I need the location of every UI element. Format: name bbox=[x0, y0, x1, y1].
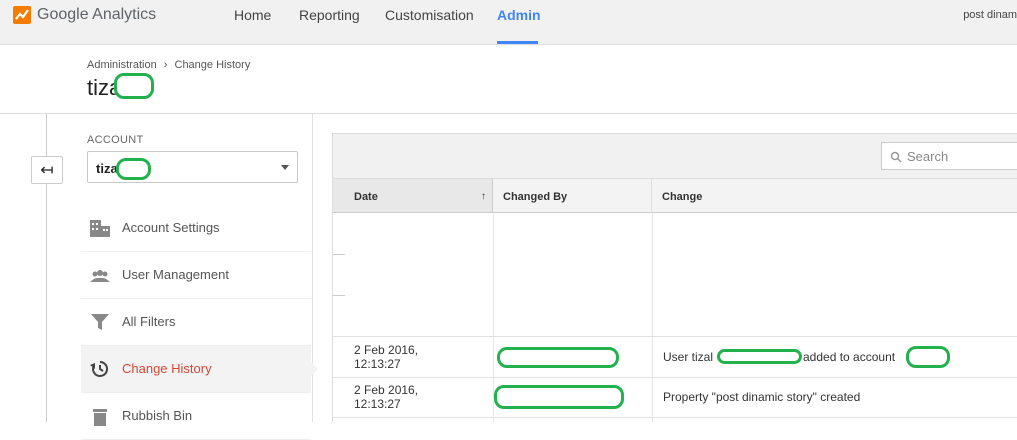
redaction-mark bbox=[717, 349, 802, 364]
row-time: 12:13:27 bbox=[354, 357, 401, 371]
column-header-label: Changed By bbox=[503, 191, 568, 203]
sidebar-item-label: Rubbish Bin bbox=[122, 408, 193, 423]
breadcrumb-separator: › bbox=[163, 59, 168, 71]
column-header-label: Change bbox=[662, 191, 703, 203]
redaction-mark bbox=[116, 158, 151, 180]
row-change-user: User tizal bbox=[663, 350, 714, 364]
change-history-table: Date ↑ Changed By Change 2 Feb 2016, 12:… bbox=[332, 179, 1017, 422]
filter-icon bbox=[89, 312, 111, 332]
account-section-label: ACCOUNT bbox=[87, 134, 144, 146]
sidebar-item-label: User Management bbox=[122, 267, 229, 282]
column-header-date[interactable]: Date ↑ bbox=[333, 179, 493, 213]
column-header-change[interactable]: Change bbox=[652, 179, 1017, 213]
sidebar-item-label: Account Settings bbox=[122, 220, 220, 235]
users-icon bbox=[89, 265, 111, 285]
nav-home[interactable]: Home bbox=[234, 7, 271, 23]
active-indicator-arrow bbox=[311, 362, 318, 376]
trash-icon bbox=[89, 406, 111, 426]
sidebar-item-all-filters[interactable]: All Filters bbox=[81, 299, 311, 346]
nav-reporting[interactable]: Reporting bbox=[299, 7, 360, 23]
column-header-label: Date bbox=[354, 191, 378, 203]
redaction-mark bbox=[494, 385, 624, 409]
back-arrow-icon: ↤ bbox=[40, 162, 54, 179]
search-icon bbox=[890, 150, 902, 163]
account-selected-value: tiza bbox=[96, 161, 118, 176]
breadcrumb-change-history: Change History bbox=[174, 59, 251, 71]
sidebar-item-account-settings[interactable]: Account Settings bbox=[81, 205, 311, 252]
redaction-mark bbox=[906, 346, 950, 368]
google-analytics-logo[interactable]: Google Analytics bbox=[12, 5, 156, 25]
breadcrumb: Administration › Change History bbox=[87, 59, 250, 71]
nav-customisation[interactable]: Customisation bbox=[385, 7, 474, 23]
table-row: 2 Feb 2016, 12:13:27 Property "post dina… bbox=[333, 378, 1017, 418]
sidebar-item-label: All Filters bbox=[122, 314, 176, 329]
chevron-down-icon bbox=[281, 165, 289, 170]
row-tick-mark bbox=[333, 295, 345, 296]
analytics-logo-icon bbox=[12, 5, 32, 25]
row-change-text: Property "post dinamic story" created bbox=[663, 390, 861, 404]
row-date: 2 Feb 2016, bbox=[354, 383, 419, 397]
row-time: 12:13:27 bbox=[354, 397, 401, 411]
column-header-changed-by[interactable]: Changed By bbox=[493, 179, 652, 213]
breadcrumb-administration[interactable]: Administration bbox=[87, 59, 157, 71]
sidebar-item-label: Change History bbox=[122, 361, 212, 376]
nav-active-indicator bbox=[497, 41, 538, 44]
back-button[interactable]: ↤ bbox=[31, 156, 63, 184]
redaction-mark bbox=[497, 347, 619, 368]
table-row-empty bbox=[333, 213, 1017, 337]
account-menu[interactable]: post dinam bbox=[963, 9, 1017, 21]
top-bar: Google Analytics Home Reporting Customis… bbox=[0, 0, 1017, 45]
sidebar-item-user-management[interactable]: User Management bbox=[81, 252, 311, 299]
search-placeholder: Search bbox=[907, 149, 949, 164]
row-tick-mark bbox=[333, 254, 345, 255]
row-change-added: added to account bbox=[803, 350, 896, 364]
building-icon bbox=[89, 218, 111, 238]
row-date: 2 Feb 2016, bbox=[354, 343, 419, 357]
app-title: Google Analytics bbox=[37, 6, 157, 23]
redaction-mark bbox=[114, 73, 154, 99]
history-icon bbox=[89, 359, 111, 379]
sidebar-item-rubbish-bin[interactable]: Rubbish Bin bbox=[81, 393, 311, 440]
sort-ascending-icon: ↑ bbox=[481, 191, 486, 202]
nav-admin[interactable]: Admin bbox=[497, 7, 541, 23]
sidebar-item-change-history[interactable]: Change History bbox=[81, 346, 318, 393]
search-input[interactable]: Search bbox=[881, 142, 1017, 170]
